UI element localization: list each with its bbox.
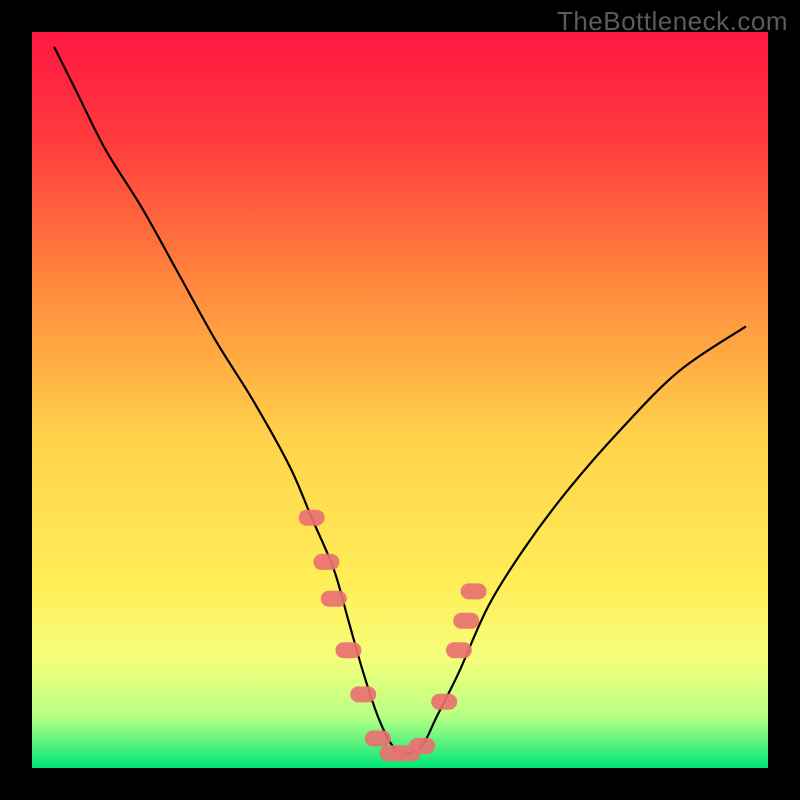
data-marker [431,694,457,710]
plot-background [32,32,768,768]
data-marker [313,554,339,570]
data-marker [461,583,487,599]
data-marker [321,591,347,607]
bottleneck-chart [0,0,800,800]
chart-stage: TheBottleneck.com [0,0,800,800]
data-marker [409,738,435,754]
watermark-text: TheBottleneck.com [557,6,788,37]
data-marker [453,613,479,629]
data-marker [446,642,472,658]
data-marker [299,510,325,526]
data-marker [335,642,361,658]
data-marker [365,731,391,747]
data-marker [350,686,376,702]
